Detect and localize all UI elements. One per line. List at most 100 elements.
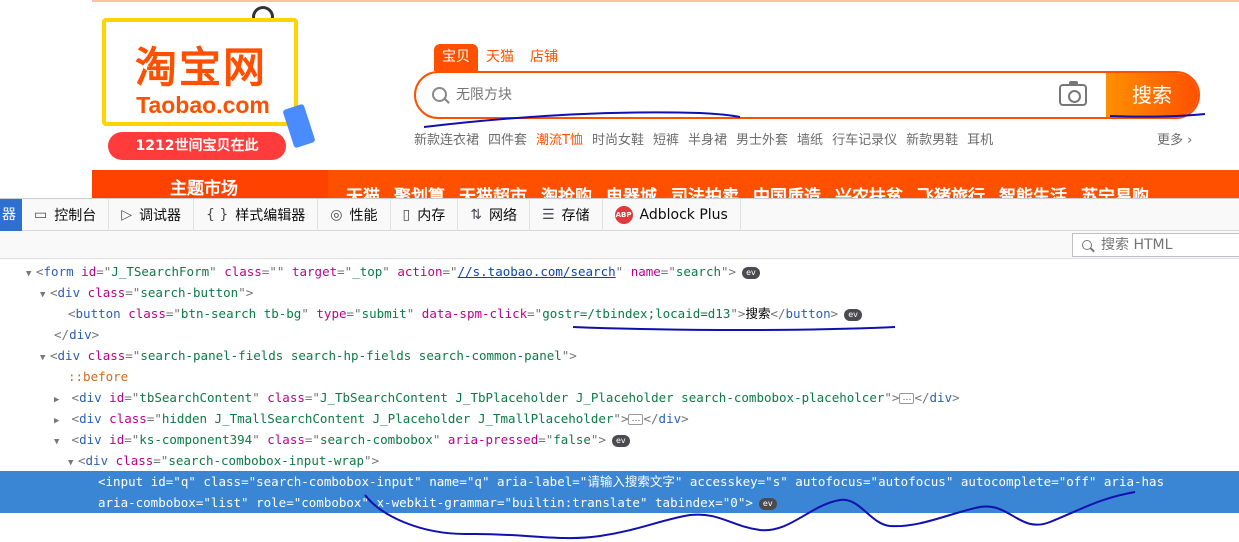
attr-value: autofocus <box>878 474 946 489</box>
theme-market[interactable]: 主题市场 <box>92 170 328 198</box>
tag-name: div <box>79 432 102 447</box>
top-divider <box>92 0 1239 2</box>
tab-shop[interactable]: 店铺 <box>522 44 566 71</box>
attr-name: role <box>256 495 287 510</box>
nav-item[interactable]: 兴农扶贫 <box>835 182 903 198</box>
tree-node-input-selected[interactable]: <input id="q" class="search-combobox-inp… <box>0 471 1239 492</box>
attr-name: action <box>397 264 443 279</box>
event-badge[interactable]: ev <box>758 497 777 510</box>
tree-node-div[interactable]: ▶ <div class="hidden J_TmallSearchConten… <box>0 408 1239 429</box>
search-icon <box>1082 240 1092 250</box>
hot-word-link[interactable]: 短裤 <box>653 129 679 148</box>
tag-name: input <box>105 474 144 489</box>
attr-value: search-combobox-input-wrap <box>168 453 365 468</box>
hot-word-link[interactable]: 墙纸 <box>797 129 823 148</box>
attr-name: accesskey <box>689 474 758 489</box>
nav-item[interactable]: 聚划算 <box>394 182 445 198</box>
devtools-toolbar: 器 ▭ 控制台 ▷ 调试器 { } 样式编辑器 ◎ 性能 ▯ 内存 ⇅ 网络 ☰ 存储 ABP Adblock… <box>0 198 1239 231</box>
event-badge[interactable]: ev <box>742 266 760 279</box>
attr-value-link[interactable]: //s.taobao.com/search <box>458 264 616 279</box>
nav-item[interactable]: 中国质造 <box>753 182 821 198</box>
devtools-tab-label: 控制台 <box>54 207 97 224</box>
tree-node-div[interactable]: ▼ <div id="ks-component394" class="searc… <box>0 429 1239 450</box>
attr-value: q <box>180 474 189 489</box>
attr-value: ks-component394 <box>139 432 253 447</box>
attr-name: aria-label <box>497 474 573 489</box>
hot-word-link[interactable]: 行车记录仪 <box>832 129 897 148</box>
tree-node-div[interactable]: ▶ <div id="tbSearchContent" class="J_TbS… <box>0 387 1239 408</box>
nav-item[interactable]: 天猫 <box>346 182 380 198</box>
more-link[interactable]: 更多 › <box>1157 129 1192 148</box>
tag-name: div <box>57 285 81 300</box>
tree-node-button[interactable]: <button class="btn-search tb-bg" type="s… <box>0 303 1239 324</box>
tree-node-div[interactable]: ▼ <div class="search-combobox-input-wrap"… <box>0 450 1239 471</box>
text-node: 搜索 <box>745 306 771 321</box>
collapsed-ellipsis[interactable]: … <box>899 393 915 404</box>
hot-word-link[interactable]: 时尚女鞋 <box>592 129 644 148</box>
style-editor-icon: { } <box>206 206 229 223</box>
left-margin <box>0 0 92 198</box>
attr-name: aria-has <box>1103 474 1165 489</box>
taobao-logo[interactable]: 淘宝网 Taobao.com 1212世间宝贝在此 <box>92 6 316 166</box>
tab-tmall[interactable]: 天猫 <box>478 44 522 71</box>
hot-word-link[interactable]: 潮流T恤 <box>536 129 583 148</box>
camera-icon[interactable] <box>1059 81 1087 106</box>
search-type-tabs: 宝贝 天猫 店铺 <box>434 44 566 71</box>
tree-node-pseudo[interactable]: ::before <box>0 366 1239 387</box>
attr-name: name <box>630 264 661 279</box>
event-badge[interactable]: ev <box>844 308 862 321</box>
tree-node-form[interactable]: ▼ <form id="J_TSearchForm" class="" targe… <box>0 261 1239 282</box>
tree-node-div[interactable]: ▼ <div class="search-button"> <box>0 282 1239 303</box>
devtools-tab[interactable]: { } 样式编辑器 <box>194 198 319 231</box>
attr-name: type <box>316 306 347 321</box>
attr-name: target <box>291 264 338 279</box>
devtools-tab[interactable]: ▷ 调试器 <box>109 198 195 231</box>
attr-value: search-button <box>140 285 239 300</box>
collapsed-ellipsis[interactable]: … <box>628 414 644 425</box>
nav-item[interactable]: 飞猪旅行 <box>917 182 985 198</box>
devtools-tab[interactable]: ⇅ 网络 <box>458 198 530 231</box>
attr-name: class <box>109 411 147 426</box>
nav-item[interactable]: 苏宁易购 <box>1081 182 1149 198</box>
nav-item[interactable]: 天猫超市 <box>459 182 527 198</box>
hot-word-link[interactable]: 新款男鞋 <box>906 129 958 148</box>
attr-value: hidden J_TmallSearchContent J_Placeholde… <box>161 411 614 426</box>
tab-inspector[interactable]: 器 <box>0 198 22 231</box>
devtools-tab[interactable]: ABP Adblock Plus <box>603 198 741 231</box>
attr-name: name <box>429 474 460 489</box>
hot-word-link[interactable]: 半身裙 <box>688 129 727 148</box>
hot-word-link[interactable]: 新款连衣裙 <box>414 129 479 148</box>
devtools-tab[interactable]: ☰ 存储 <box>530 198 603 231</box>
search-icon <box>432 87 447 102</box>
nav-item[interactable]: 电器城 <box>606 182 657 198</box>
attr-value: search-panel-fields search-hp-fields sea… <box>140 348 562 363</box>
attr-name: id <box>150 474 166 489</box>
tree-node-input-selected-cont[interactable]: aria-combobox="list" role="combobox" x-w… <box>0 492 1239 513</box>
devtools-tabs: ▭ 控制台 ▷ 调试器 { } 样式编辑器 ◎ 性能 ▯ 内存 ⇅ 网络 ☰ 存储 ABP Adblock P… <box>22 198 741 231</box>
nav-item[interactable]: 司法拍卖 <box>671 182 739 198</box>
hot-word-link[interactable]: 男士外套 <box>736 129 788 148</box>
tab-baobei[interactable]: 宝贝 <box>434 44 478 71</box>
search-button[interactable]: 搜索 <box>1106 73 1198 117</box>
event-badge[interactable]: ev <box>611 434 630 447</box>
attr-value: search-combobox-input <box>256 474 415 489</box>
devtools-panel: 器 ▭ 控制台 ▷ 调试器 { } 样式编辑器 ◎ 性能 ▯ 内存 ⇅ 网络 ☰ 存储 ABP Adblock… <box>0 198 1239 542</box>
pseudo-element: ::before <box>68 369 129 384</box>
hot-word-link[interactable]: 四件套 <box>488 129 527 148</box>
devtools-tab[interactable]: ◎ 性能 <box>318 198 391 231</box>
logo-decoration <box>282 103 316 149</box>
inspector-filterbar <box>0 231 1239 259</box>
attr-value: 0 <box>730 495 738 510</box>
search-input[interactable] <box>456 87 1016 103</box>
nav-item[interactable]: 淘抢购 <box>541 182 592 198</box>
tree-node-close[interactable]: </div> <box>0 324 1239 345</box>
tag-name: div <box>79 411 102 426</box>
hot-word-link[interactable]: 耳机 <box>967 129 993 148</box>
nav-item[interactable]: 智能生活 <box>999 182 1067 198</box>
tag-name: div <box>658 411 682 426</box>
tree-node-div[interactable]: ▼ <div class="search-panel-fields search-… <box>0 345 1239 366</box>
devtools-tab[interactable]: ▭ 控制台 <box>22 198 110 231</box>
devtools-tab[interactable]: ▯ 内存 <box>391 198 459 231</box>
attr-name: id <box>109 390 125 405</box>
html-search-input[interactable] <box>1101 237 1231 253</box>
